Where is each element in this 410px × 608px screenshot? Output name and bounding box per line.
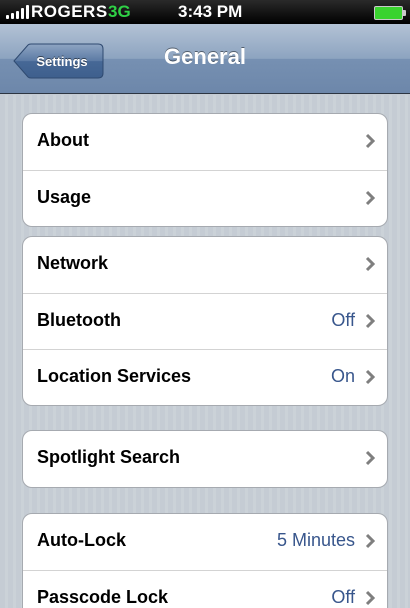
row-label: Auto-Lock bbox=[37, 530, 126, 550]
signal-bars-icon bbox=[6, 5, 30, 19]
chevron-right-icon bbox=[365, 450, 375, 466]
back-button-label: Settings bbox=[36, 53, 88, 69]
carrier-name: ROGERS bbox=[31, 2, 108, 21]
row-spotlight-search[interactable]: Spotlight Search bbox=[23, 431, 387, 487]
row-label: Location Services bbox=[37, 366, 192, 386]
row-value: On bbox=[330, 366, 355, 386]
row-label: Usage bbox=[37, 187, 92, 207]
row-value: Off bbox=[331, 587, 355, 607]
chevron-right-icon bbox=[365, 590, 375, 606]
row-auto-lock[interactable]: Auto-Lock 5 Minutes bbox=[23, 514, 387, 570]
chevron-right-icon bbox=[365, 133, 375, 149]
network-type: 3G bbox=[108, 2, 131, 21]
settings-list[interactable]: About Usage Network Bluetooth Off Locati… bbox=[0, 95, 410, 608]
chevron-right-icon bbox=[365, 533, 375, 549]
row-location-services[interactable]: Location Services On bbox=[23, 349, 387, 405]
settings-group-security: Auto-Lock 5 Minutes Passcode Lock Off bbox=[22, 513, 388, 608]
settings-group-info: About Usage bbox=[22, 113, 388, 227]
chevron-right-icon bbox=[365, 369, 375, 385]
row-network[interactable]: Network bbox=[23, 237, 387, 293]
row-label: Network bbox=[37, 253, 109, 273]
row-value: 5 Minutes bbox=[276, 530, 355, 550]
row-bluetooth[interactable]: Bluetooth Off bbox=[23, 293, 387, 349]
chevron-right-icon bbox=[365, 256, 375, 272]
chevron-right-icon bbox=[365, 313, 375, 329]
row-value: Off bbox=[331, 310, 355, 330]
page-title: General bbox=[164, 44, 246, 69]
row-label: About bbox=[37, 130, 89, 150]
status-bar: ROGERS 3G 3:43 PM bbox=[0, 0, 410, 24]
row-label: Passcode Lock bbox=[37, 587, 169, 607]
settings-group-search: Spotlight Search bbox=[22, 430, 388, 488]
status-time: 3:43 PM bbox=[178, 2, 243, 21]
row-label: Spotlight Search bbox=[37, 447, 181, 467]
row-label: Bluetooth bbox=[37, 310, 121, 330]
back-button[interactable]: Settings bbox=[13, 43, 104, 79]
chevron-right-icon bbox=[365, 190, 375, 206]
battery-icon bbox=[374, 6, 406, 20]
row-passcode-lock[interactable]: Passcode Lock Off bbox=[23, 570, 387, 608]
row-about[interactable]: About bbox=[23, 114, 387, 170]
row-usage[interactable]: Usage bbox=[23, 170, 387, 226]
settings-group-connectivity: Network Bluetooth Off Location Services … bbox=[22, 236, 388, 406]
navigation-bar: Settings General bbox=[0, 24, 410, 94]
